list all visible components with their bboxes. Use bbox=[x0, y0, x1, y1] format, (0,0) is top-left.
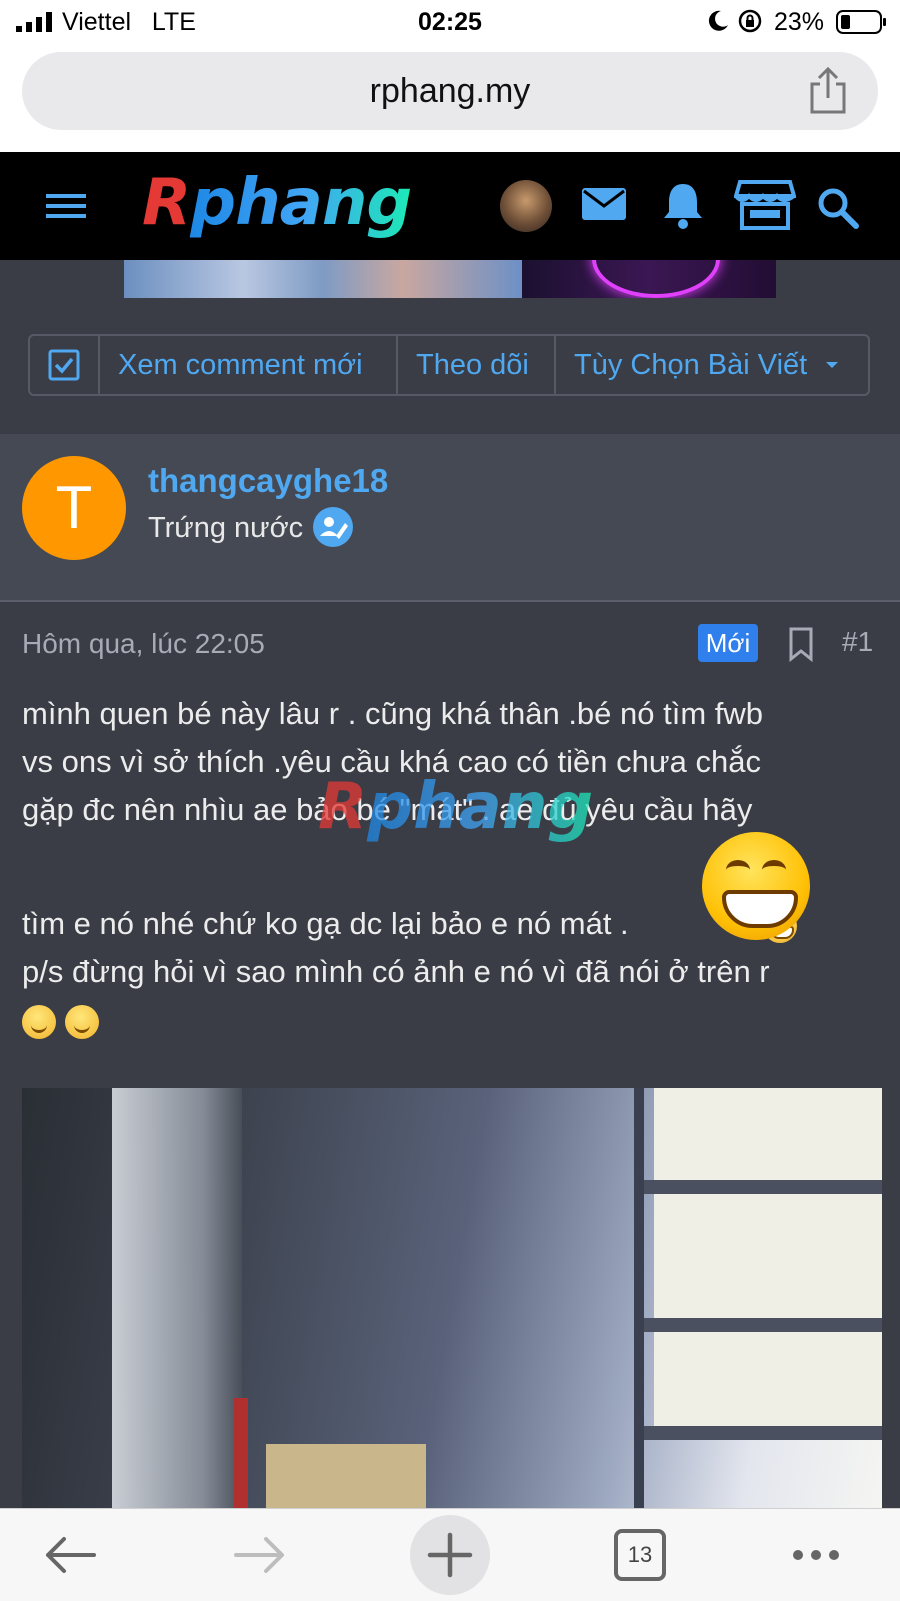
emoji-eye bbox=[726, 860, 750, 880]
attached-photo[interactable] bbox=[22, 1088, 882, 1508]
watermark-logo: Rphang bbox=[318, 770, 594, 844]
view-new-comments-button[interactable]: Xem comment mới bbox=[100, 336, 398, 394]
bookmark-icon[interactable] bbox=[788, 626, 814, 662]
photo-window bbox=[634, 1088, 882, 1508]
post-line: mình quen bé này lâu r . cũng khá thân .… bbox=[22, 696, 764, 731]
battery-icon bbox=[836, 10, 886, 34]
status-bar: Viettel LTE 02:25 23% bbox=[0, 0, 900, 44]
plus-icon bbox=[427, 1532, 473, 1578]
emoji-eye bbox=[762, 860, 786, 880]
rank-badge-icon bbox=[313, 507, 353, 547]
follow-button[interactable]: Theo dõi bbox=[398, 336, 556, 394]
post-number[interactable]: #1 bbox=[842, 626, 873, 658]
window-pane bbox=[654, 1088, 882, 1180]
post-line: p/s đừng hỏi vì sao mình có ảnh e nó vì … bbox=[22, 954, 770, 989]
author-avatar[interactable]: T bbox=[22, 456, 126, 560]
more-icon[interactable] bbox=[790, 1545, 842, 1565]
site-header: Rphang bbox=[0, 152, 900, 260]
back-arrow-icon[interactable] bbox=[42, 1533, 98, 1577]
post-options-dropdown[interactable]: Tùy Chọn Bài Viết bbox=[556, 336, 868, 394]
forward-arrow-icon[interactable] bbox=[232, 1533, 288, 1577]
thread-action-bar: Xem comment mới Theo dõi Tùy Chọn Bài Vi… bbox=[28, 334, 870, 396]
bell-icon[interactable] bbox=[660, 180, 706, 230]
author-name[interactable]: thangcayghe18 bbox=[148, 462, 388, 500]
store-icon[interactable] bbox=[734, 178, 796, 232]
banner-image-right bbox=[522, 260, 776, 298]
photo-box bbox=[266, 1444, 426, 1508]
site-logo[interactable]: Rphang bbox=[142, 166, 412, 240]
rotation-lock-icon bbox=[738, 9, 762, 33]
tabs-button[interactable]: 13 bbox=[614, 1529, 666, 1581]
mail-icon[interactable] bbox=[580, 184, 628, 224]
thinking-emoji-icon bbox=[64, 1004, 99, 1039]
share-icon[interactable] bbox=[806, 66, 850, 116]
thinking-emoji-icon bbox=[22, 1004, 56, 1039]
banner-image-left bbox=[124, 260, 522, 298]
post-author: T thangcayghe18 Trứng nước bbox=[0, 434, 900, 602]
url-text[interactable]: rphang.my bbox=[22, 72, 878, 111]
post-timestamp[interactable]: Hôm qua, lúc 22:05 bbox=[22, 628, 265, 660]
checkbox-icon bbox=[48, 349, 80, 381]
window-sash bbox=[644, 1180, 882, 1194]
photo-red-post bbox=[234, 1398, 248, 1508]
avatar[interactable] bbox=[500, 180, 552, 232]
address-bar[interactable]: rphang.my bbox=[22, 52, 878, 130]
select-checkbox[interactable] bbox=[30, 336, 100, 394]
new-tab-button[interactable] bbox=[410, 1515, 490, 1595]
menu-icon[interactable] bbox=[44, 188, 88, 224]
browser-toolbar: 13 bbox=[0, 1508, 900, 1601]
browser-chrome: rphang.my bbox=[0, 44, 900, 152]
banner-neon-ring bbox=[592, 260, 720, 298]
moon-icon bbox=[708, 10, 728, 31]
big-grin-emoji-icon bbox=[702, 832, 810, 940]
battery-percent: 23% bbox=[774, 8, 825, 36]
author-rank: Trứng nước bbox=[148, 512, 304, 544]
emoji-line bbox=[22, 996, 882, 1044]
window-sash bbox=[644, 1426, 882, 1440]
search-icon[interactable] bbox=[816, 186, 860, 230]
photo-wall-edge bbox=[112, 1088, 242, 1508]
caret-down-icon bbox=[826, 362, 839, 368]
window-pane bbox=[654, 1332, 882, 1426]
window-pane bbox=[654, 1194, 882, 1318]
new-badge: Mới bbox=[698, 624, 758, 662]
ad-banner[interactable] bbox=[124, 260, 776, 298]
emoji-mouth bbox=[722, 890, 798, 928]
clock: 02:25 bbox=[418, 8, 482, 36]
window-sash bbox=[644, 1318, 882, 1332]
